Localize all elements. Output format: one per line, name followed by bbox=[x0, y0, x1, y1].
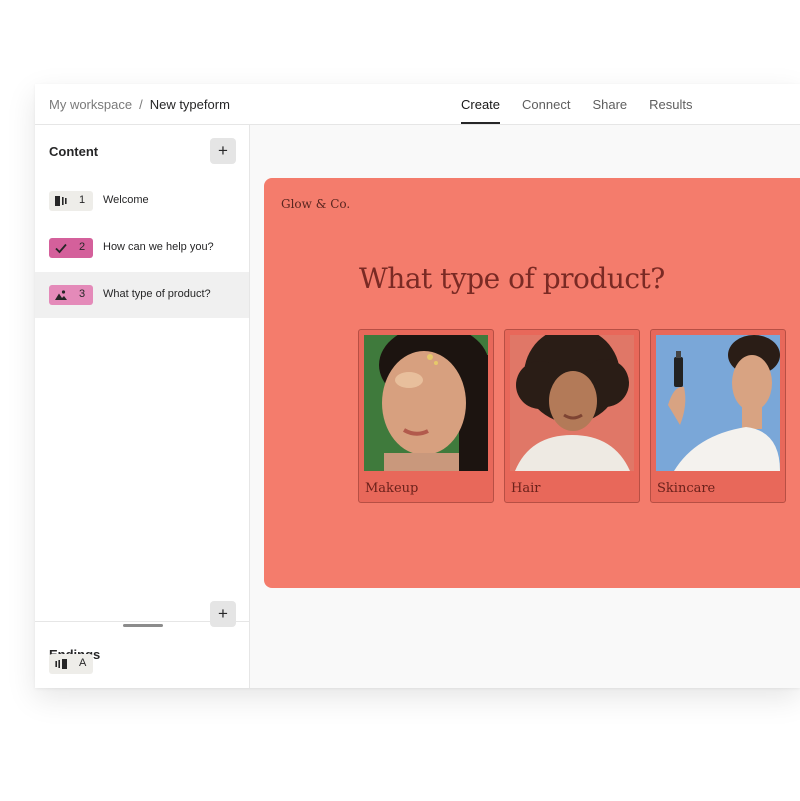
question-title[interactable]: What type of product? bbox=[359, 262, 665, 295]
breadcrumb-current-form[interactable]: New typeform bbox=[150, 97, 230, 112]
question-label: How can we help you? bbox=[103, 241, 214, 253]
content-heading: Content bbox=[49, 144, 99, 159]
question-type-badge: 1 bbox=[49, 191, 93, 211]
breadcrumb-workspace-link[interactable]: My workspace bbox=[49, 97, 132, 112]
question-label: What type of product? bbox=[103, 288, 211, 300]
brand-name: Glow & Co. bbox=[281, 197, 351, 211]
tab-connect[interactable]: Connect bbox=[522, 84, 570, 124]
choice-label: Makeup bbox=[365, 481, 419, 496]
tab-share[interactable]: Share bbox=[592, 84, 627, 124]
editor-window: My workspace / New typeform Create Connect… bbox=[35, 84, 800, 688]
question-label: Welcome bbox=[103, 194, 149, 206]
picture-choice-icon bbox=[55, 290, 67, 300]
question-type-badge: 2 bbox=[49, 238, 93, 258]
ending-letter: A bbox=[79, 657, 87, 669]
tab-create[interactable]: Create bbox=[461, 84, 501, 124]
ending-item-a[interactable]: A bbox=[49, 654, 93, 674]
choice-card-hair[interactable]: Hair bbox=[504, 329, 640, 503]
form-preview-canvas[interactable]: Glow & Co. What type of product? Makeup bbox=[264, 178, 800, 588]
question-number: 3 bbox=[79, 288, 86, 300]
checkmark-icon bbox=[55, 243, 67, 254]
question-item-how-can-we-help[interactable]: 2 How can we help you? bbox=[35, 225, 249, 271]
main-tabs: Create Connect Share Results bbox=[461, 84, 715, 124]
question-item-what-type-of-product[interactable]: 3 What type of product? bbox=[35, 272, 249, 318]
woman-with-glitter-makeup-photo bbox=[364, 335, 488, 471]
choice-card-skincare[interactable]: Skincare bbox=[650, 329, 786, 503]
choice-label: Hair bbox=[511, 481, 541, 496]
sidebar: Content + 1 Welcome 2 How can we help yo… bbox=[35, 125, 250, 688]
choice-card-makeup[interactable]: Makeup bbox=[358, 329, 494, 503]
woman-with-curly-hair-photo bbox=[510, 335, 634, 471]
question-type-badge: 3 bbox=[49, 285, 93, 305]
ending-screen-icon bbox=[55, 659, 67, 669]
add-question-button[interactable]: + bbox=[210, 138, 236, 164]
breadcrumb: My workspace / New typeform bbox=[49, 97, 230, 112]
resize-handle[interactable] bbox=[123, 624, 163, 627]
question-number: 1 bbox=[79, 194, 86, 206]
question-item-welcome[interactable]: 1 Welcome bbox=[35, 178, 249, 224]
welcome-screen-icon bbox=[55, 196, 67, 206]
choice-label: Skincare bbox=[657, 481, 716, 496]
add-ending-button[interactable]: + bbox=[210, 601, 236, 627]
top-bar: My workspace / New typeform Create Connect… bbox=[35, 84, 800, 125]
breadcrumb-separator: / bbox=[139, 97, 143, 112]
question-number: 2 bbox=[79, 241, 86, 253]
tab-results[interactable]: Results bbox=[649, 84, 692, 124]
man-spraying-face-mist-photo bbox=[656, 335, 780, 471]
